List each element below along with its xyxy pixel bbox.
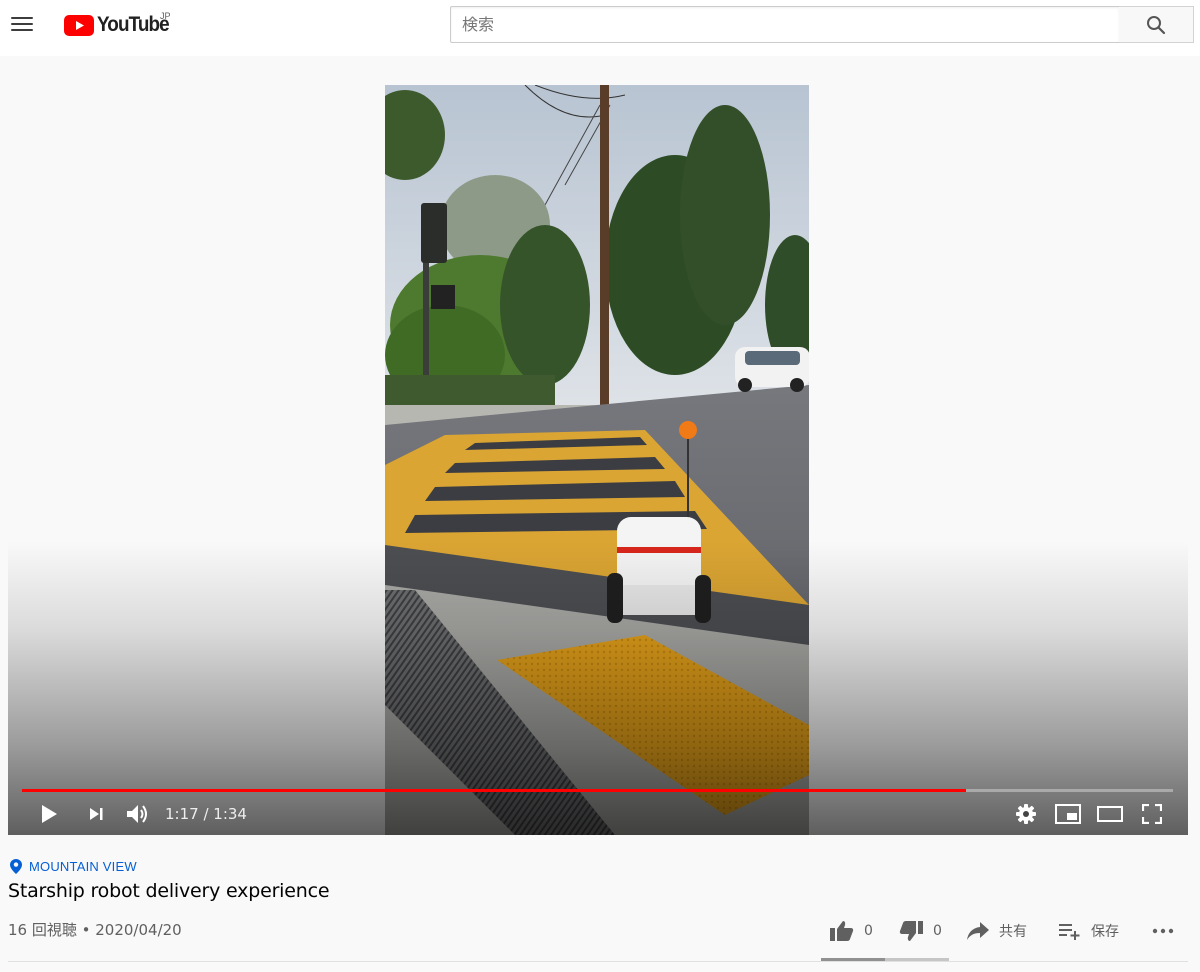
current-time: 1:17 [165,805,199,823]
like-button[interactable]: 0 [830,918,873,944]
upload-date: 2020/04/20 [95,921,182,939]
view-count: 16 回視聴 [8,921,77,939]
search-button[interactable] [1119,6,1194,43]
time-separator: / [198,805,214,823]
time-display: 1:17 / 1:34 [165,805,247,823]
next-button[interactable] [81,800,111,828]
settings-button[interactable] [1011,800,1041,828]
duration: 1:34 [213,805,247,823]
playlist-add-icon [1059,924,1080,940]
save-button[interactable]: 保存 [1059,918,1119,944]
masthead: YouTube JP [0,0,1200,56]
volume-icon [127,805,147,823]
location-pin-icon [10,859,22,874]
save-label: 保存 [1091,924,1119,940]
fullscreen-icon [1142,804,1162,824]
like-count: 0 [864,923,873,939]
video-player[interactable]: 1:17 / 1:34 [8,56,1188,835]
guide-menu-icon[interactable] [8,10,36,38]
theater-mode-icon [1097,806,1123,822]
search-icon [1147,15,1166,34]
more-horizontal-icon [1152,928,1174,934]
youtube-play-logo-icon [64,14,94,36]
theater-mode-button[interactable] [1095,800,1125,828]
progress-bar[interactable] [22,789,1173,792]
video-meta: 16 回視聴 • 2020/04/20 [8,919,182,940]
miniplayer-icon [1055,804,1081,824]
player-controls: 1:17 / 1:34 [8,794,1188,834]
thumbs-up-icon [830,921,854,941]
play-button[interactable] [34,800,64,828]
miniplayer-button[interactable] [1053,800,1083,828]
location-link[interactable]: MOUNTAIN VIEW [10,859,137,874]
gear-icon [1016,804,1036,824]
share-label: 共有 [999,924,1027,940]
search-box[interactable] [450,6,1120,43]
logo-country-code: JP [160,11,171,21]
location-text: MOUNTAIN VIEW [29,859,137,874]
fullscreen-button[interactable] [1137,800,1167,828]
thumbs-down-icon [899,921,923,941]
volume-button[interactable] [122,800,152,828]
dislike-count: 0 [933,923,942,939]
video-title: Starship robot delivery experience [8,880,330,902]
progress-played [22,789,966,792]
info-divider [8,961,1188,962]
share-button[interactable]: 共有 [967,918,1027,944]
more-actions-button[interactable] [1152,918,1174,944]
play-icon [42,805,57,823]
share-icon [967,922,989,940]
dislike-button[interactable]: 0 [899,918,942,944]
next-icon [90,808,103,820]
search-input[interactable] [451,7,1119,42]
logo-wordmark: YouTube [97,13,170,36]
meta-separator: • [76,921,96,939]
